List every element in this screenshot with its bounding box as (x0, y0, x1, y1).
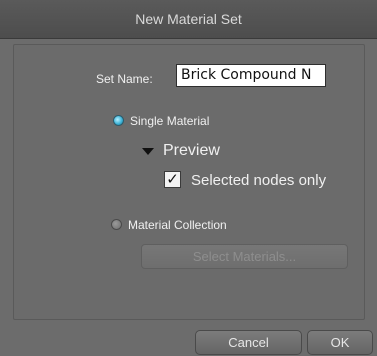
select-materials-button[interactable]: Select Materials... (141, 244, 348, 269)
new-material-set-dialog: New Material Set Set Name: Brick Compoun… (0, 0, 377, 356)
ok-button[interactable]: OK (307, 330, 373, 355)
set-name-label: Set Name: (96, 72, 153, 86)
selected-nodes-only-label[interactable]: Selected nodes only (191, 172, 326, 189)
single-material-label[interactable]: Single Material (130, 114, 209, 128)
set-name-input[interactable]: Brick Compound N (176, 64, 326, 87)
single-material-radio[interactable] (113, 115, 124, 126)
material-collection-radio[interactable] (111, 219, 122, 230)
preview-label[interactable]: Preview (163, 142, 220, 160)
triangle-down-icon[interactable] (142, 148, 154, 155)
cancel-button[interactable]: Cancel (195, 330, 302, 355)
selected-nodes-only-checkbox[interactable]: ✓ (164, 171, 181, 188)
material-collection-label[interactable]: Material Collection (128, 218, 227, 232)
dialog-title: New Material Set (0, 0, 377, 39)
